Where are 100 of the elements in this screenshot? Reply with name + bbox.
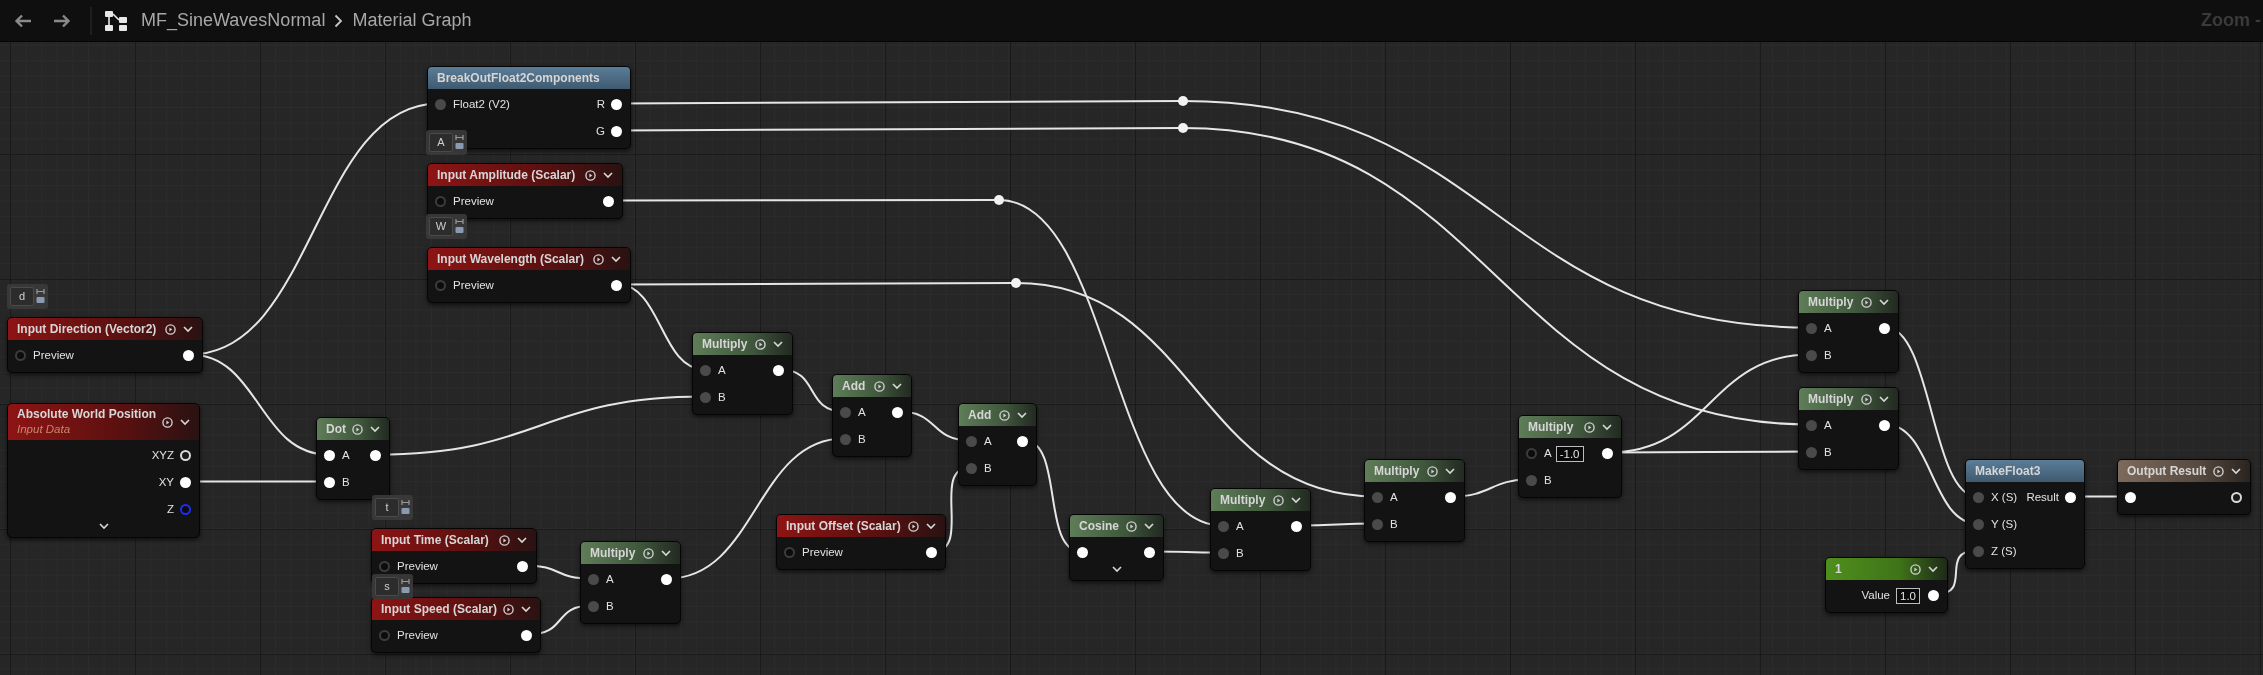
output-pin[interactable] — [521, 630, 532, 641]
input-pin[interactable] — [435, 99, 446, 110]
input-pin[interactable] — [840, 434, 851, 445]
show-more-chevron-icon[interactable] — [98, 523, 109, 530]
preview-toggle-icon[interactable] — [755, 338, 766, 350]
graph-node[interactable]: Multiply A B — [1364, 459, 1465, 542]
collapse-chevron-icon[interactable] — [1879, 395, 1889, 403]
input-pin[interactable] — [1973, 492, 1984, 503]
output-pin[interactable] — [611, 99, 622, 110]
collapse-chevron-icon[interactable] — [611, 255, 621, 263]
graph-node[interactable]: Input Time (Scalar) Preview — [371, 528, 537, 584]
preview-toggle-icon[interactable] — [352, 423, 363, 435]
show-more-chevron-icon[interactable] — [1111, 566, 1122, 573]
graph-node[interactable]: Multiply A B — [1798, 290, 1899, 373]
graph-node[interactable]: Input Speed (Scalar) Preview — [371, 597, 541, 653]
collapse-chevron-icon[interactable] — [1291, 496, 1301, 504]
input-pin[interactable] — [1806, 447, 1817, 458]
input-pin[interactable] — [1372, 492, 1383, 503]
graph-node[interactable]: Dot A B — [316, 417, 390, 500]
output-pin[interactable] — [183, 350, 194, 361]
preview-toggle-icon[interactable] — [1910, 563, 1921, 575]
collapse-chevron-icon[interactable] — [517, 536, 527, 544]
graph-node[interactable]: Cosine — [1069, 514, 1164, 581]
input-pin[interactable] — [15, 350, 26, 361]
preview-toggle-icon[interactable] — [643, 547, 654, 559]
graph-node[interactable]: Multiply A B — [580, 541, 681, 624]
graph-node[interactable]: Input Amplitude (Scalar) Preview — [427, 163, 623, 219]
preview-toggle-icon[interactable] — [908, 520, 919, 532]
input-pin[interactable] — [966, 463, 977, 474]
collapse-chevron-icon[interactable] — [521, 605, 531, 613]
input-pin[interactable] — [588, 574, 599, 585]
input-pin[interactable] — [1526, 448, 1537, 459]
preview-toggle-icon[interactable] — [165, 323, 176, 335]
input-pin[interactable] — [1218, 548, 1229, 559]
input-pin[interactable] — [324, 477, 335, 488]
value-field[interactable]: 1.0 — [1896, 587, 1920, 604]
comment-bubble[interactable]: t — [372, 495, 413, 520]
input-pin[interactable] — [379, 630, 390, 641]
comment-bubble[interactable]: s — [372, 574, 413, 599]
graph-node[interactable]: Add A B — [832, 374, 912, 457]
graph-node[interactable]: Multiply A B — [1210, 488, 1311, 571]
output-pin[interactable] — [1291, 521, 1302, 532]
preview-toggle-icon[interactable] — [503, 603, 514, 615]
collapse-chevron-icon[interactable] — [1445, 467, 1455, 475]
input-pin[interactable] — [966, 436, 977, 447]
collapse-chevron-icon[interactable] — [180, 418, 190, 426]
forward-arrow-icon[interactable] — [53, 13, 71, 28]
output-pin[interactable] — [1445, 492, 1456, 503]
preview-toggle-icon[interactable] — [1427, 465, 1438, 477]
output-pin[interactable] — [892, 407, 903, 418]
graph-node[interactable]: MakeFloat3 X (S) Result Y (S) Z (S) — [1965, 459, 2085, 569]
collapse-chevron-icon[interactable] — [370, 425, 380, 433]
preview-toggle-icon[interactable] — [1126, 520, 1137, 532]
preview-toggle-icon[interactable] — [999, 409, 1010, 421]
graph-node[interactable]: Input Direction (Vector2) Preview — [7, 317, 203, 373]
preview-toggle-icon[interactable] — [1584, 421, 1595, 433]
collapse-chevron-icon[interactable] — [1144, 522, 1154, 530]
preview-toggle-icon[interactable] — [162, 416, 173, 428]
input-pin[interactable] — [1526, 475, 1537, 486]
pin-comment-icon[interactable] — [455, 217, 464, 235]
graph-node[interactable]: Absolute World Position Input Data XYZ XY Z — [7, 403, 200, 538]
input-pin[interactable] — [840, 407, 851, 418]
input-pin[interactable] — [784, 547, 795, 558]
input-pin[interactable] — [1806, 420, 1817, 431]
output-pin[interactable] — [926, 547, 937, 558]
collapse-chevron-icon[interactable] — [773, 340, 783, 348]
preview-toggle-icon[interactable] — [874, 380, 885, 392]
collapse-chevron-icon[interactable] — [926, 522, 936, 530]
output-pin[interactable] — [1879, 323, 1890, 334]
graph-node[interactable]: Input Wavelength (Scalar) Preview — [427, 247, 631, 303]
input-pin[interactable] — [435, 196, 446, 207]
input-pin[interactable] — [324, 450, 335, 461]
asset-name[interactable]: MF_SineWavesNormal — [141, 7, 326, 34]
output-pin[interactable] — [661, 574, 672, 585]
graph-node[interactable]: Input Offset (Scalar) Preview — [776, 514, 946, 570]
input-pin[interactable] — [1973, 546, 1984, 557]
pin-comment-icon[interactable] — [36, 287, 45, 305]
output-pin[interactable] — [370, 450, 381, 461]
preview-toggle-icon[interactable] — [1861, 393, 1872, 405]
graph-node[interactable]: Multiply A -1.0 B — [1518, 415, 1622, 498]
graph-node[interactable]: Output Result — [2117, 459, 2251, 515]
output-pin[interactable] — [517, 561, 528, 572]
graph-canvas[interactable] — [0, 42, 2263, 675]
preview-toggle-icon[interactable] — [1273, 494, 1284, 506]
input-pin[interactable] — [1973, 519, 1984, 530]
output-pin[interactable] — [611, 280, 622, 291]
graph-node[interactable]: Multiply A B — [692, 332, 793, 415]
input-pin[interactable] — [1806, 323, 1817, 334]
pin-comment-icon[interactable] — [455, 133, 464, 151]
input-pin[interactable] — [1218, 521, 1229, 532]
input-pin[interactable] — [1372, 519, 1383, 530]
output-pin[interactable] — [1017, 436, 1028, 447]
output-pin[interactable] — [1144, 547, 1155, 558]
collapse-chevron-icon[interactable] — [1928, 565, 1938, 573]
collapse-chevron-icon[interactable] — [1602, 423, 1612, 431]
collapse-chevron-icon[interactable] — [892, 382, 902, 390]
back-arrow-icon[interactable] — [14, 13, 32, 28]
input-pin[interactable] — [1077, 547, 1088, 558]
input-pin[interactable] — [700, 365, 711, 376]
input-pin[interactable] — [1806, 350, 1817, 361]
